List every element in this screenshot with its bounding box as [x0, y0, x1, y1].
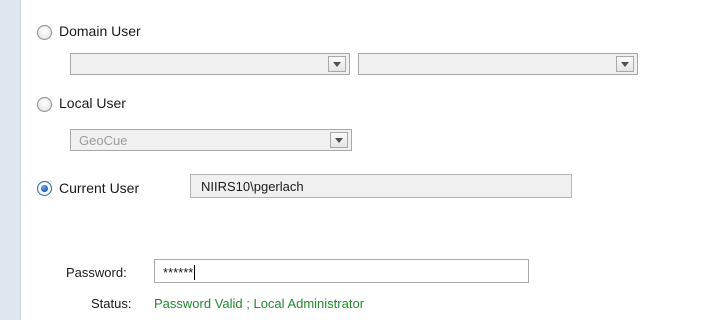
login-panel: Domain User Local User GeoCue Current Us…	[20, 0, 705, 320]
local-user-combo-value: GeoCue	[79, 133, 128, 148]
domain-user-combo[interactable]	[358, 53, 638, 75]
current-user-radio[interactable]	[37, 181, 52, 196]
domain-combo-dropdown-button[interactable]	[328, 56, 346, 72]
chevron-down-icon	[335, 138, 343, 143]
chevron-down-icon	[333, 62, 341, 67]
password-label: Password:	[66, 265, 127, 280]
domain-user-label[interactable]: Domain User	[59, 23, 141, 39]
current-user-label[interactable]: Current User	[59, 180, 139, 196]
domain-combo[interactable]	[70, 53, 350, 75]
password-value: ******	[163, 265, 196, 280]
current-user-value: NIIRS10\pgerlach	[201, 179, 304, 194]
password-input[interactable]: ******	[154, 259, 529, 283]
local-user-radio[interactable]	[37, 97, 52, 112]
status-value: Password Valid ; Local Administrator	[154, 296, 365, 311]
chevron-down-icon	[621, 62, 629, 67]
local-user-combo-dropdown-button[interactable]	[330, 132, 348, 148]
radio-selected-dot	[41, 185, 48, 192]
current-user-field: NIIRS10\pgerlach	[190, 174, 572, 198]
text-caret	[194, 265, 196, 280]
local-user-label[interactable]: Local User	[59, 95, 126, 111]
local-user-combo[interactable]: GeoCue	[70, 129, 352, 151]
domain-user-combo-dropdown-button[interactable]	[616, 56, 634, 72]
domain-user-radio[interactable]	[37, 25, 52, 40]
status-label: Status:	[91, 296, 132, 311]
